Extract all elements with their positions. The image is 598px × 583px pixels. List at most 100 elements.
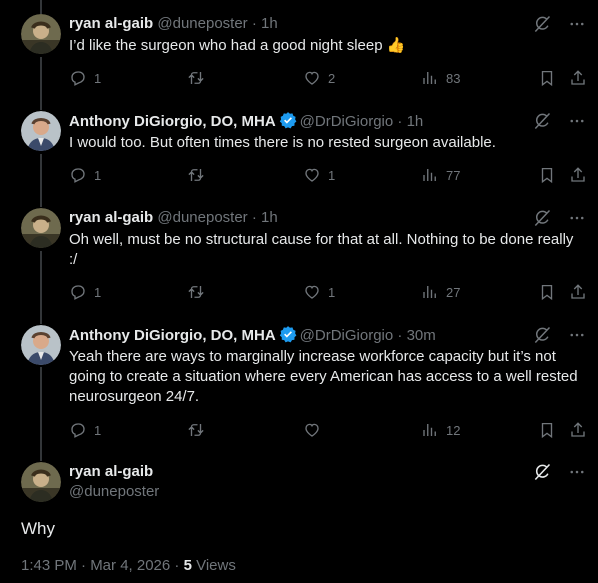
like-button[interactable]: 1 xyxy=(303,165,335,185)
author-handle[interactable]: @duneposter xyxy=(157,209,247,226)
author-name[interactable]: Anthony DiGiorgio, DO, MHA xyxy=(69,113,276,130)
bookmark-button[interactable] xyxy=(538,420,556,440)
reply-count: 1 xyxy=(94,70,102,86)
share-button[interactable] xyxy=(569,420,587,440)
separator: · xyxy=(393,327,407,344)
views-button[interactable]: 27 xyxy=(421,282,460,302)
reply-count: 1 xyxy=(94,167,102,183)
author-handle[interactable]: @duneposter xyxy=(69,483,159,500)
grok-icon[interactable] xyxy=(532,208,552,228)
more-icon[interactable] xyxy=(568,209,586,227)
repost-icon xyxy=(187,283,205,301)
share-icon xyxy=(569,166,587,184)
grok-icon[interactable] xyxy=(532,462,552,482)
views-count: 77 xyxy=(446,167,461,183)
bookmark-button[interactable] xyxy=(538,165,556,185)
reply-icon xyxy=(69,283,87,301)
share-button[interactable] xyxy=(569,68,587,88)
post-text: Oh well, must be no structural cause for… xyxy=(69,231,574,268)
repost-button[interactable] xyxy=(187,420,212,440)
views-icon xyxy=(421,69,439,87)
repost-button[interactable] xyxy=(187,165,212,185)
bookmark-icon xyxy=(538,421,556,439)
repost-button[interactable] xyxy=(187,68,212,88)
like-button[interactable]: 2 xyxy=(303,68,335,88)
verified-badge-icon[interactable] xyxy=(279,325,297,343)
reply-post-ryan-1[interactable]: ryan al-gaib @duneposter · 1h I’d like t… xyxy=(0,14,598,104)
post-header: ryan al-gaib @duneposter · 1h xyxy=(69,208,598,228)
author-handle[interactable]: @DrDiGiorgio xyxy=(300,113,394,130)
reply-button[interactable]: 1 xyxy=(69,282,101,302)
views-count: 5 xyxy=(183,557,192,574)
views-button[interactable]: 12 xyxy=(421,420,460,440)
share-button[interactable] xyxy=(569,282,587,302)
share-icon xyxy=(569,69,587,87)
post-header: Anthony DiGiorgio, DO, MHA @DrDiGiorgio ·… xyxy=(69,325,598,345)
post-actions: 1 1 77 xyxy=(69,165,586,185)
post-text: I’d like the surgeon who had a good nigh… xyxy=(69,37,406,54)
reply-post-anthony-2[interactable]: Anthony DiGiorgio, DO, MHA @DrDiGiorgio ·… xyxy=(0,325,598,455)
views-button[interactable]: 77 xyxy=(421,165,460,185)
views-button[interactable]: 83 xyxy=(421,68,460,88)
heart-icon xyxy=(303,283,321,301)
author-name[interactable]: Anthony DiGiorgio, DO, MHA xyxy=(69,327,276,344)
post-actions: 1 1 27 xyxy=(69,282,586,302)
share-button[interactable] xyxy=(569,165,587,185)
post-header: Anthony DiGiorgio, DO, MHA @DrDiGiorgio ·… xyxy=(69,111,598,131)
more-icon[interactable] xyxy=(568,112,586,130)
reply-icon xyxy=(69,69,87,87)
avatar[interactable] xyxy=(21,14,61,54)
post-timestamp[interactable]: 1:43 PM · Mar 4, 2026 · xyxy=(21,557,184,574)
author-handle[interactable]: @DrDiGiorgio xyxy=(300,327,394,344)
like-button[interactable] xyxy=(303,420,328,440)
bookmark-icon xyxy=(538,69,556,87)
reply-count: 1 xyxy=(94,422,102,438)
author-name[interactable]: ryan al-gaib xyxy=(69,209,153,226)
repost-button[interactable] xyxy=(187,282,212,302)
avatar[interactable] xyxy=(21,111,61,151)
main-post-text: Why xyxy=(21,519,55,538)
bookmark-button[interactable] xyxy=(538,68,556,88)
author-name[interactable]: ryan al-gaib xyxy=(69,463,153,480)
reply-post-anthony-1[interactable]: Anthony DiGiorgio, DO, MHA @DrDiGiorgio ·… xyxy=(0,111,598,201)
main-post-handle-row: @duneposter xyxy=(69,482,598,502)
views-icon xyxy=(421,283,439,301)
reply-icon xyxy=(69,166,87,184)
post-text: Yeah there are ways to marginally increa… xyxy=(69,348,578,405)
reply-count: 1 xyxy=(94,284,102,300)
post-time[interactable]: 1h xyxy=(407,113,424,130)
grok-icon[interactable] xyxy=(532,111,552,131)
avatar[interactable] xyxy=(21,325,61,365)
author-name[interactable]: ryan al-gaib xyxy=(69,15,153,32)
views-icon xyxy=(421,166,439,184)
more-icon[interactable] xyxy=(568,463,586,481)
like-button[interactable]: 1 xyxy=(303,282,335,302)
post-time[interactable]: 1h xyxy=(261,209,278,226)
more-icon[interactable] xyxy=(568,326,586,344)
post-top-icons xyxy=(532,111,586,131)
reply-button[interactable]: 1 xyxy=(69,165,101,185)
share-icon xyxy=(569,283,587,301)
grok-icon[interactable] xyxy=(532,14,552,34)
more-icon[interactable] xyxy=(568,15,586,33)
avatar[interactable] xyxy=(21,208,61,248)
reply-post-ryan-2[interactable]: ryan al-gaib @duneposter · 1h Oh well, m… xyxy=(0,208,598,318)
reply-button[interactable]: 1 xyxy=(69,420,101,440)
author-handle[interactable]: @duneposter xyxy=(157,15,247,32)
like-count: 2 xyxy=(328,70,336,86)
repost-icon xyxy=(187,166,205,184)
post-time[interactable]: 1h xyxy=(261,15,278,32)
post-header: ryan al-gaib @duneposter · 1h xyxy=(69,14,598,34)
share-icon xyxy=(569,421,587,439)
bookmark-button[interactable] xyxy=(538,282,556,302)
views-count: 12 xyxy=(446,422,461,438)
verified-badge-icon[interactable] xyxy=(279,111,297,129)
post-time[interactable]: 30m xyxy=(407,327,436,344)
views-count: 83 xyxy=(446,70,461,86)
avatar[interactable] xyxy=(21,462,61,502)
views-icon xyxy=(421,421,439,439)
post-timestamp-row: 1:43 PM · Mar 4, 2026 · 5 Views xyxy=(21,556,236,576)
post-top-icons xyxy=(532,14,586,34)
grok-icon[interactable] xyxy=(532,325,552,345)
reply-button[interactable]: 1 xyxy=(69,68,101,88)
